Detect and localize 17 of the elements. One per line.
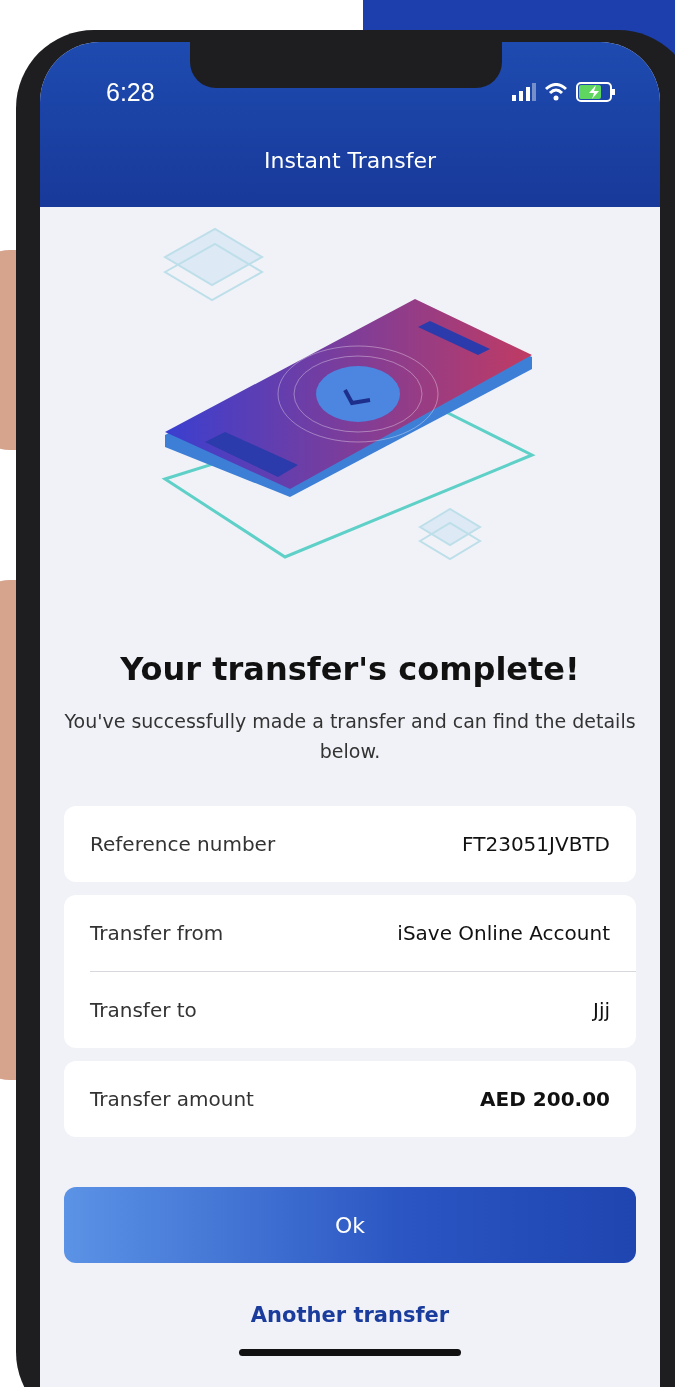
detail-label: Transfer from: [90, 921, 224, 945]
another-transfer-link[interactable]: Another transfer: [250, 1303, 450, 1327]
screen-title: Instant Transfer: [264, 148, 436, 173]
battery-charging-icon: [576, 82, 616, 102]
success-heading: Your transfer's complete!: [120, 650, 580, 688]
detail-value: FT23051JVBTD: [462, 832, 610, 856]
success-message: You've successfully made a transfer and can find the details below.: [63, 709, 637, 764]
signal-icon: [512, 83, 536, 101]
detail-label: Transfer amount: [90, 1087, 254, 1111]
detail-label: Transfer to: [90, 998, 197, 1022]
status-time: 6:28: [106, 77, 155, 107]
detail-label: Reference number: [90, 832, 276, 856]
detail-value: AED 200.00: [480, 1087, 610, 1111]
detail-value: Jjj: [593, 998, 610, 1022]
detail-value: iSave Online Account: [397, 921, 610, 945]
ok-button[interactable]: Ok: [64, 1187, 636, 1263]
wifi-icon: [544, 83, 568, 101]
